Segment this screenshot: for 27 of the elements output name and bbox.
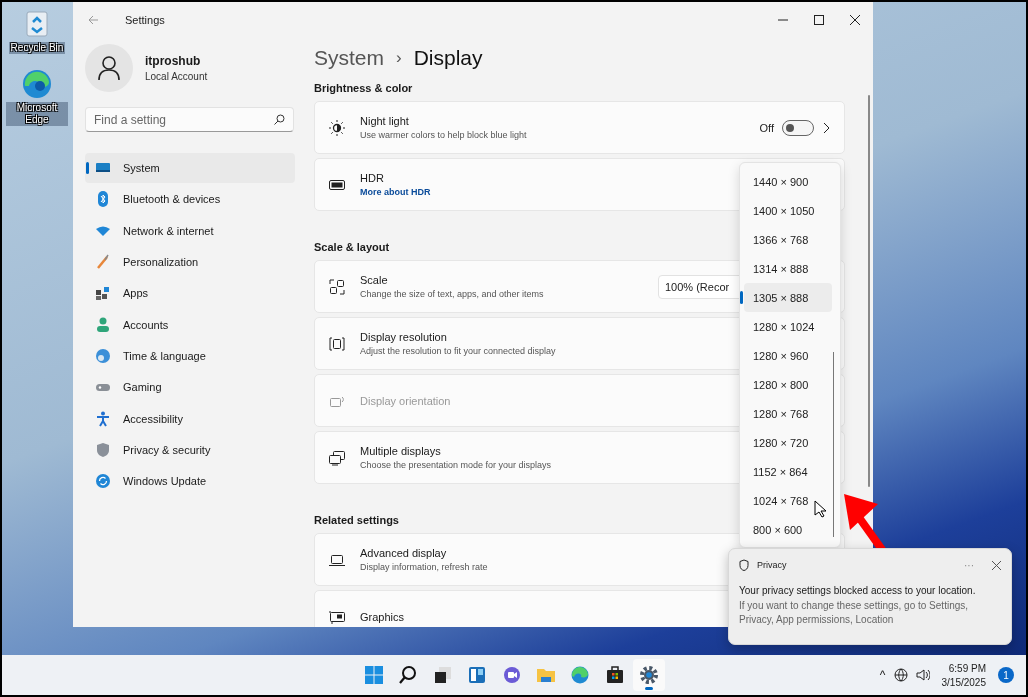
breadcrumb-separator: › — [396, 48, 402, 68]
clock-time: 6:59 PM — [948, 662, 986, 674]
notification-text: If you want to change these settings, go to Settings, Privacy, App permissions, Location — [739, 599, 970, 627]
account-type: Local Account — [145, 71, 208, 82]
section-heading: Scale & layout — [314, 241, 391, 253]
page-title: Display — [413, 46, 483, 70]
setting-description: Use warmer colors to help block blue light — [360, 130, 527, 140]
setting-title: Multiple displays — [360, 445, 441, 457]
setting-description: Display information, refresh rate — [360, 562, 488, 572]
setting-description: Adjust the resolution to fit your connected display — [360, 346, 556, 356]
notification-title: Your privacy settings blocked access to your location. — [739, 585, 977, 596]
setting-title: Scale — [360, 274, 388, 286]
toggle-label: Off — [759, 121, 774, 134]
setting-title: Display resolution — [360, 331, 447, 343]
section-heading: Brightness & color — [314, 82, 414, 94]
setting-title: Advanced display — [360, 547, 447, 559]
setting-title: Night light — [360, 115, 409, 127]
notification-app-name: Privacy — [757, 560, 788, 570]
clock-date: 3/15/2025 — [941, 676, 986, 688]
setting-description: Change the size of text, apps, and other items — [360, 289, 544, 299]
setting-title: HDR — [360, 172, 384, 184]
profile-name: itproshub — [145, 54, 202, 68]
window-title: Settings — [125, 14, 166, 26]
section-heading: Related settings — [314, 514, 400, 526]
setting-title: Graphics — [360, 610, 405, 623]
setting-title: Display orientation — [360, 394, 451, 407]
setting-description: Choose the presentation mode for your displays — [360, 460, 552, 470]
